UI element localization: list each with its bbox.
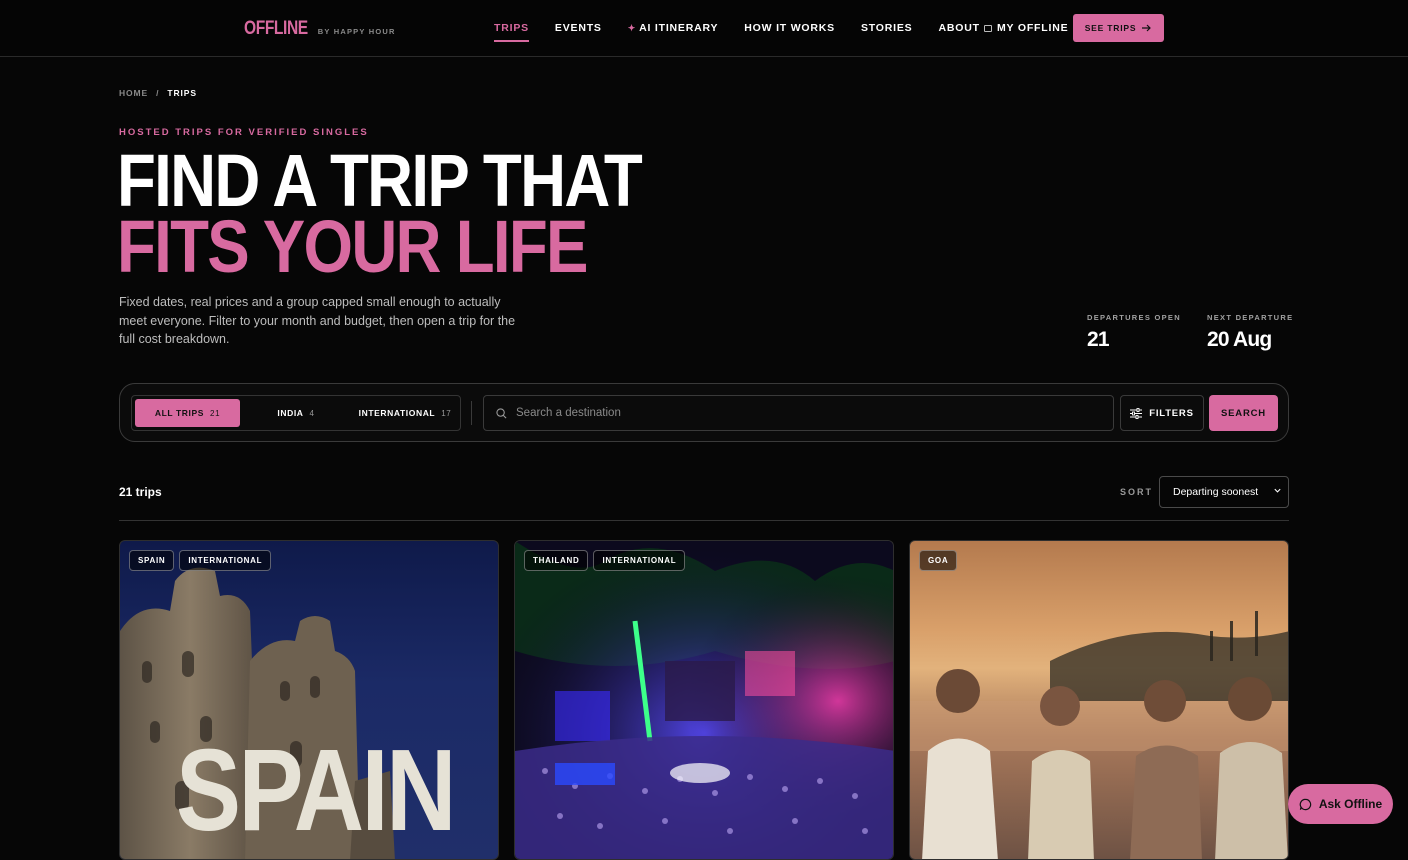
segment-count: 17 [441,408,452,418]
nav-link-ai-itinerary-label: AI ITINERARY [639,22,719,34]
card-tags: SPAIN INTERNATIONAL [129,550,272,571]
sort-value: Departing soonest [1173,486,1259,498]
nav-link-stories[interactable]: STORIES [861,22,913,42]
nav-link-trips[interactable]: TRIPS [494,22,529,42]
segment-label: INDIA [277,408,304,418]
see-trips-label: SEE TRIPS [1084,23,1137,33]
card-tags: GOA [919,550,958,571]
trip-card-thailand[interactable]: THAILAND INTERNATIONAL [514,540,894,860]
beach-friends-image [910,611,1288,859]
divider [119,520,1289,521]
destination-search [483,395,1114,431]
segment-international[interactable]: INTERNATIONAL 17 [352,399,458,427]
my-offline-link[interactable]: MY OFFLINE [984,22,1068,34]
trip-card-spain[interactable]: SPAIN INTERNATIONAL SPAIN [119,540,499,860]
page-title: FIND A TRIP THAT FITS YOUR LIFE [117,144,643,288]
chat-bubble-icon [1299,798,1311,810]
tag-country: THAILAND [524,550,589,571]
brand-logo[interactable]: OFFLINE BY HAPPY HOUR [244,18,396,40]
card-tags: THAILAND INTERNATIONAL [524,550,686,571]
stat-label: DEPARTURES OPEN [1087,313,1181,322]
sparkle-icon: ✦ [627,23,637,33]
see-trips-button[interactable]: SEE TRIPS [1073,14,1164,42]
hero-description: Fixed dates, real prices and a group cap… [119,295,516,346]
ask-offline-label: Ask Offline [1318,797,1383,811]
account-icon [984,24,992,32]
brand-subtitle: BY HAPPY HOUR [317,27,396,36]
segment-all-trips[interactable]: ALL TRIPS 21 [135,399,240,427]
nav-link-how-it-works[interactable]: HOW IT WORKS [744,22,835,42]
nav-link-ai-itinerary[interactable]: ✦ AI ITINERARY [628,22,719,42]
segment-label: INTERNATIONAL [358,408,436,418]
page-title-line2: FITS YOUR LIFE [117,205,588,288]
top-nav: OFFLINE BY HAPPY HOUR TRIPS EVENTS ✦ AI I… [0,0,1408,57]
sliders-icon [1130,407,1143,419]
nav-link-about[interactable]: ABOUT [939,22,980,42]
tag-region: INTERNATIONAL [593,550,686,571]
trip-card-goa[interactable]: GOA [909,540,1289,860]
destination-search-input[interactable] [516,407,1076,419]
segment-india[interactable]: INDIA 4 [246,399,346,427]
card-overlay-text: SPAIN [176,725,456,855]
breadcrumb-current: TRIPS [167,88,197,98]
segment-count: 4 [309,408,315,418]
search-icon [496,407,507,418]
breadcrumb: HOME / TRIPS [119,88,197,98]
stat-departures-open: DEPARTURES OPEN 21 [1087,313,1181,352]
chevron-down-icon [1274,488,1281,493]
stat-next-departure: NEXT DEPARTURE 20 Aug [1207,313,1293,352]
my-offline-label: MY OFFLINE [997,22,1069,34]
stat-value: 20 Aug [1207,328,1272,351]
tag-country: SPAIN [129,550,175,571]
stat-value: 21 [1087,328,1110,351]
filters-button[interactable]: FILTERS [1120,395,1204,431]
tag-region: INTERNATIONAL [179,550,272,571]
trip-filter-bar: ALL TRIPS 21 INDIA 4 INTERNATIONAL 17 FI… [119,383,1289,442]
ask-offline-chat-button[interactable]: Ask Offline [1288,784,1393,824]
stat-label: NEXT DEPARTURE [1207,313,1294,322]
segment-count: 21 [210,408,221,418]
arrow-right-icon [1142,24,1152,32]
region-segmented-control: ALL TRIPS 21 INDIA 4 INTERNATIONAL 17 [131,395,461,431]
hero-eyebrow: HOSTED TRIPS FOR VERIFIED SINGLES [119,127,369,138]
party-crowd-image [515,541,893,859]
brand-name: OFFLINE [244,18,308,39]
filters-label: FILTERS [1149,407,1194,419]
breadcrumb-separator: / [156,88,160,98]
tag-country: GOA [919,550,958,571]
divider [471,401,472,425]
nav-links: TRIPS EVENTS ✦ AI ITINERARY HOW IT WORKS … [494,22,980,42]
results-count: 21 trips [119,485,162,499]
sort-label: SORT [1120,487,1154,497]
search-button[interactable]: SEARCH [1209,395,1278,431]
nav-link-events[interactable]: EVENTS [555,22,602,42]
segment-label: ALL TRIPS [154,408,205,418]
breadcrumb-home[interactable]: HOME [119,88,148,98]
sort-select[interactable]: Departing soonest [1159,476,1289,508]
